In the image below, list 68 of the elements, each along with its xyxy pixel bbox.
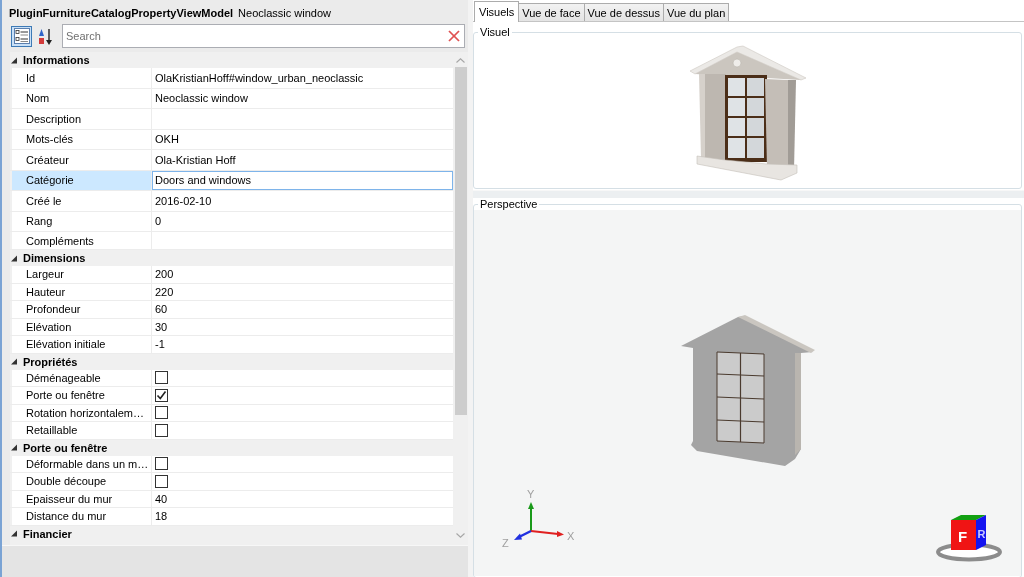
value-field[interactable]: 60	[152, 301, 453, 318]
property-name[interactable]: Catégorie	[12, 170, 152, 190]
value-field[interactable]: OKH	[152, 129, 453, 149]
checkbox[interactable]	[155, 371, 168, 385]
expand-arrow-icon[interactable]	[11, 530, 17, 537]
property-name[interactable]: Créé le	[12, 191, 152, 211]
scrollbar[interactable]	[453, 52, 468, 545]
type-name: PluginFurnitureCatalogPropertyViewModel	[9, 6, 234, 19]
category-title: Dimensions	[23, 252, 86, 264]
axis-label: X	[567, 530, 575, 542]
y-axis-arrow	[528, 502, 534, 532]
property-name[interactable]: Profondeur	[12, 301, 152, 318]
value-field[interactable]: Doors and windows	[152, 170, 453, 190]
search-field[interactable]: Search	[62, 24, 465, 48]
z-axis-arrow	[514, 529, 532, 540]
checkbox[interactable]	[155, 423, 168, 437]
object-name: Neoclassic window	[238, 6, 332, 19]
category-title: Propriétés	[23, 355, 78, 368]
property-name[interactable]: Compléments	[12, 232, 152, 249]
expand-arrow-icon[interactable]	[11, 358, 17, 365]
checkbox[interactable]	[155, 406, 168, 420]
property-name[interactable]: Rang	[12, 211, 152, 231]
cube-face-label: F	[958, 528, 968, 545]
property-name[interactable]: Retaillable	[12, 422, 152, 439]
checkbox[interactable]	[155, 457, 168, 471]
value-field[interactable]: 2016-02-10	[152, 191, 453, 211]
value-field[interactable]: 18	[152, 508, 453, 525]
group-title: Visuel	[479, 26, 511, 38]
property-name[interactable]: Elévation initiale	[12, 336, 152, 353]
property-name[interactable]: Distance du mur	[12, 508, 152, 525]
checkbox[interactable]	[155, 474, 168, 488]
clear-icon[interactable]	[448, 30, 460, 42]
category-title: Financier	[23, 527, 72, 540]
property-name[interactable]: Porte ou fenêtre	[12, 387, 152, 404]
tab[interactable]: Vue de dessus	[583, 3, 664, 21]
view-cube[interactable]: F R	[936, 515, 1002, 562]
property-name[interactable]: Double découpe	[12, 473, 152, 490]
value-field[interactable]: 200	[152, 266, 453, 283]
property-name[interactable]: Créateur	[12, 150, 152, 170]
grouped-list-icon	[13, 28, 30, 44]
tab[interactable]: Vue du plan	[662, 3, 730, 21]
property-name[interactable]: Largeur	[12, 266, 152, 283]
sort-icon	[37, 27, 52, 45]
expand-arrow-icon[interactable]	[11, 444, 17, 451]
axis-label: Y	[527, 488, 535, 500]
cube-face-label: R	[977, 528, 986, 540]
checkbox[interactable]	[155, 388, 168, 402]
expand-arrow-icon[interactable]	[11, 254, 17, 262]
value-field[interactable]: OlaKristianHoff#window_urban_neoclassic	[152, 68, 453, 88]
category-title: Informations	[23, 54, 90, 66]
property-name[interactable]: Nom	[12, 88, 152, 108]
categorized-view-button[interactable]	[11, 25, 32, 47]
tab[interactable]: Visuels	[474, 1, 520, 22]
expand-arrow-icon[interactable]	[11, 56, 17, 64]
group-title: Perspective	[479, 198, 539, 210]
property-name[interactable]: Description	[12, 109, 152, 129]
axis-label: Z	[502, 537, 509, 548]
value-field[interactable]: Ola-Kristian Hoff	[152, 150, 453, 170]
scrollbar-thumb[interactable]	[454, 67, 467, 415]
tab[interactable]: Vue de face	[518, 3, 585, 21]
value-field[interactable]: 0	[152, 211, 453, 231]
category-title: Porte ou fenêtre	[23, 441, 108, 454]
perspective-viewport[interactable]: Y X Z F R	[474, 210, 1021, 576]
property-name[interactable]: Id	[12, 68, 152, 88]
value-field[interactable]: -1	[152, 336, 453, 353]
property-name[interactable]: Mots-clés	[12, 129, 152, 149]
x-axis-arrow	[530, 530, 564, 537]
value-field[interactable]: Neoclassic window	[152, 88, 453, 108]
